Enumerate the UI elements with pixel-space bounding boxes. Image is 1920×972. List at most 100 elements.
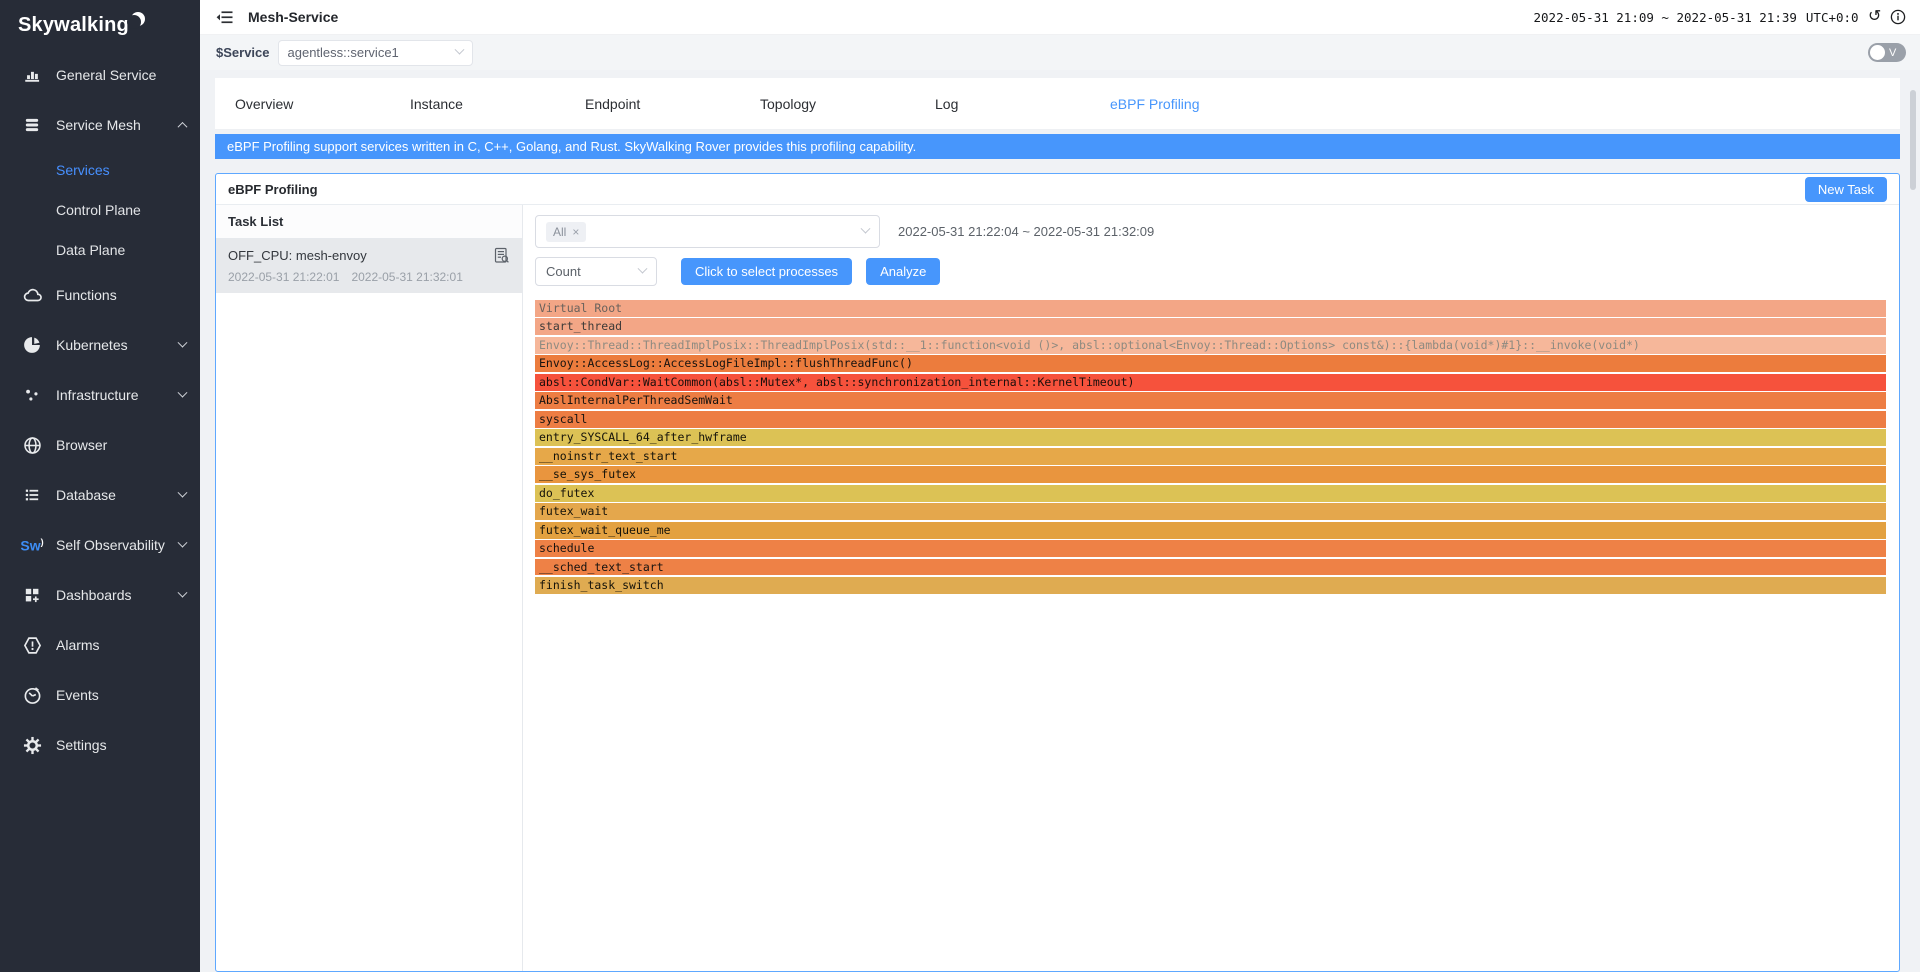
chevron-down-icon — [178, 537, 188, 547]
chevron-down-icon — [178, 387, 188, 397]
flame-frame[interactable]: __se_sys_futex — [535, 466, 1886, 483]
dots-icon — [22, 385, 42, 405]
sidebar-item-general-service[interactable]: General Service — [0, 50, 200, 100]
layers-icon — [22, 115, 42, 135]
chevron-down-icon — [861, 224, 871, 234]
select-processes-button[interactable]: Click to select processes — [681, 258, 852, 285]
flame-frame[interactable]: __noinstr_text_start — [535, 448, 1886, 465]
info-icon[interactable] — [1890, 9, 1906, 25]
flame-frame[interactable]: absl::CondVar::WaitCommon(absl::Mutex*, … — [535, 374, 1886, 391]
timezone-display: UTC+0:0 — [1806, 10, 1859, 25]
sidebar-item-service-mesh[interactable]: Service Mesh — [0, 100, 200, 150]
content-area: Overview Instance Endpoint Topology Log … — [200, 70, 1920, 972]
flame-frame[interactable]: syscall — [535, 411, 1886, 428]
tab-log[interactable]: Log — [915, 96, 1090, 112]
globe-icon — [22, 435, 42, 455]
sidebar-item-functions[interactable]: Functions — [0, 270, 200, 320]
list-icon — [22, 485, 42, 505]
cloud-icon — [22, 285, 42, 305]
version-toggle[interactable]: V — [1868, 43, 1906, 62]
menu-fold-icon[interactable] — [216, 10, 234, 25]
tab-bar: Overview Instance Endpoint Topology Log … — [215, 78, 1900, 130]
sidebar-item-label: Dashboards — [56, 587, 132, 603]
chevron-down-icon — [178, 587, 188, 597]
task-list-header: Task List — [216, 205, 522, 239]
filter-tag-label: All — [553, 225, 566, 239]
flame-frame[interactable]: AbslInternalPerThreadSemWait — [535, 392, 1886, 409]
sidebar-item-label: General Service — [56, 67, 156, 83]
sidebar-item-label: Settings — [56, 737, 107, 753]
sidebar-item-control-plane[interactable]: Control Plane — [0, 190, 200, 230]
task-name: OFF_CPU: mesh-envoy — [228, 248, 367, 263]
chevron-down-icon — [178, 487, 188, 497]
refresh-icon[interactable]: ↻ — [1868, 9, 1881, 25]
flame-frame[interactable]: futex_wait — [535, 503, 1886, 520]
flame-frame[interactable]: Envoy::AccessLog::AccessLogFileImpl::flu… — [535, 355, 1886, 372]
flame-frame[interactable]: start_thread — [535, 318, 1886, 335]
toggle-knob — [1870, 45, 1885, 60]
sidebar-item-browser[interactable]: Browser — [0, 420, 200, 470]
info-banner: eBPF Profiling support services written … — [215, 134, 1900, 159]
sidebar-item-events[interactable]: Events — [0, 670, 200, 720]
panel-header: eBPF Profiling New Task — [216, 174, 1899, 205]
sidebar-item-label: Services — [56, 162, 110, 178]
bar-chart-icon — [22, 65, 42, 85]
time-range-display[interactable]: 2022-05-31 21:09 ~ 2022-05-31 21:39 — [1534, 10, 1797, 25]
scrollbar[interactable] — [1910, 90, 1916, 190]
chevron-up-icon — [178, 121, 188, 131]
task-start-time: 2022-05-31 21:22:01 — [228, 270, 339, 284]
tab-endpoint[interactable]: Endpoint — [565, 96, 740, 112]
analysis-time-range: 2022-05-31 21:22:04 ~ 2022-05-31 21:32:0… — [898, 224, 1154, 239]
flame-frame[interactable]: __sched_text_start — [535, 559, 1886, 576]
sidebar-item-label: Kubernetes — [56, 337, 128, 353]
tab-instance[interactable]: Instance — [390, 96, 565, 112]
tab-topology[interactable]: Topology — [740, 96, 915, 112]
sidebar: Skywalking General Service Service Mesh … — [0, 0, 200, 972]
sidebar-item-data-plane[interactable]: Data Plane — [0, 230, 200, 270]
tag-close-icon[interactable]: × — [572, 225, 579, 239]
chevron-down-icon — [178, 337, 188, 347]
sidebar-item-label: Browser — [56, 437, 107, 453]
sidebar-item-label: Database — [56, 487, 116, 503]
sidebar-item-label: Functions — [56, 287, 117, 303]
sidebar-item-label: Service Mesh — [56, 117, 141, 133]
panel-title: eBPF Profiling — [228, 182, 318, 197]
sidebar-item-kubernetes[interactable]: Kubernetes — [0, 320, 200, 370]
grid-plus-icon — [22, 585, 42, 605]
service-selector-bar: $Service agentless::service1 V — [200, 35, 1920, 70]
thread-filter-select[interactable]: All × — [535, 215, 880, 248]
task-detail-icon[interactable] — [494, 247, 510, 264]
sidebar-item-database[interactable]: Database — [0, 470, 200, 520]
aggregation-select[interactable]: Count — [535, 257, 657, 286]
tab-overview[interactable]: Overview — [215, 96, 390, 112]
sidebar-item-dashboards[interactable]: Dashboards — [0, 570, 200, 620]
sidebar-item-services[interactable]: Services — [0, 150, 200, 190]
sidebar-item-label: Data Plane — [56, 242, 125, 258]
sidebar-item-self-observability[interactable]: Sw) Self Observability — [0, 520, 200, 570]
flame-frame[interactable]: Envoy::Thread::ThreadImplPosix::ThreadIm… — [535, 337, 1886, 354]
toggle-label: V — [1889, 47, 1896, 59]
service-select-value: agentless::service1 — [288, 45, 399, 60]
ebpf-profiling-panel: eBPF Profiling New Task Task List OFF_CP… — [215, 173, 1900, 972]
sidebar-item-label: Events — [56, 687, 99, 703]
pie-icon — [22, 335, 42, 355]
new-task-button[interactable]: New Task — [1805, 177, 1887, 202]
sidebar-item-alarms[interactable]: Alarms — [0, 620, 200, 670]
flame-frame[interactable]: entry_SYSCALL_64_after_hwframe — [535, 429, 1886, 446]
sidebar-item-label: Control Plane — [56, 202, 141, 218]
flame-frame[interactable]: Virtual Root — [535, 300, 1886, 317]
sidebar-item-infrastructure[interactable]: Infrastructure — [0, 370, 200, 420]
sidebar-item-label: Alarms — [56, 637, 100, 653]
sidebar-item-label: Self Observability — [56, 537, 165, 553]
flame-frame[interactable]: schedule — [535, 540, 1886, 557]
service-select[interactable]: agentless::service1 — [278, 40, 473, 66]
flame-frame[interactable]: finish_task_switch — [535, 577, 1886, 594]
sidebar-item-label: Infrastructure — [56, 387, 138, 403]
analyze-button[interactable]: Analyze — [866, 258, 940, 285]
crescent-icon — [131, 12, 145, 30]
flame-frame[interactable]: do_futex — [535, 485, 1886, 502]
sidebar-item-settings[interactable]: Settings — [0, 720, 200, 770]
flame-frame[interactable]: futex_wait_queue_me — [535, 522, 1886, 539]
tab-ebpf-profiling[interactable]: eBPF Profiling — [1090, 96, 1265, 112]
task-item[interactable]: OFF_CPU: mesh-envoy 2022-05-31 21:22:01 … — [216, 239, 522, 293]
